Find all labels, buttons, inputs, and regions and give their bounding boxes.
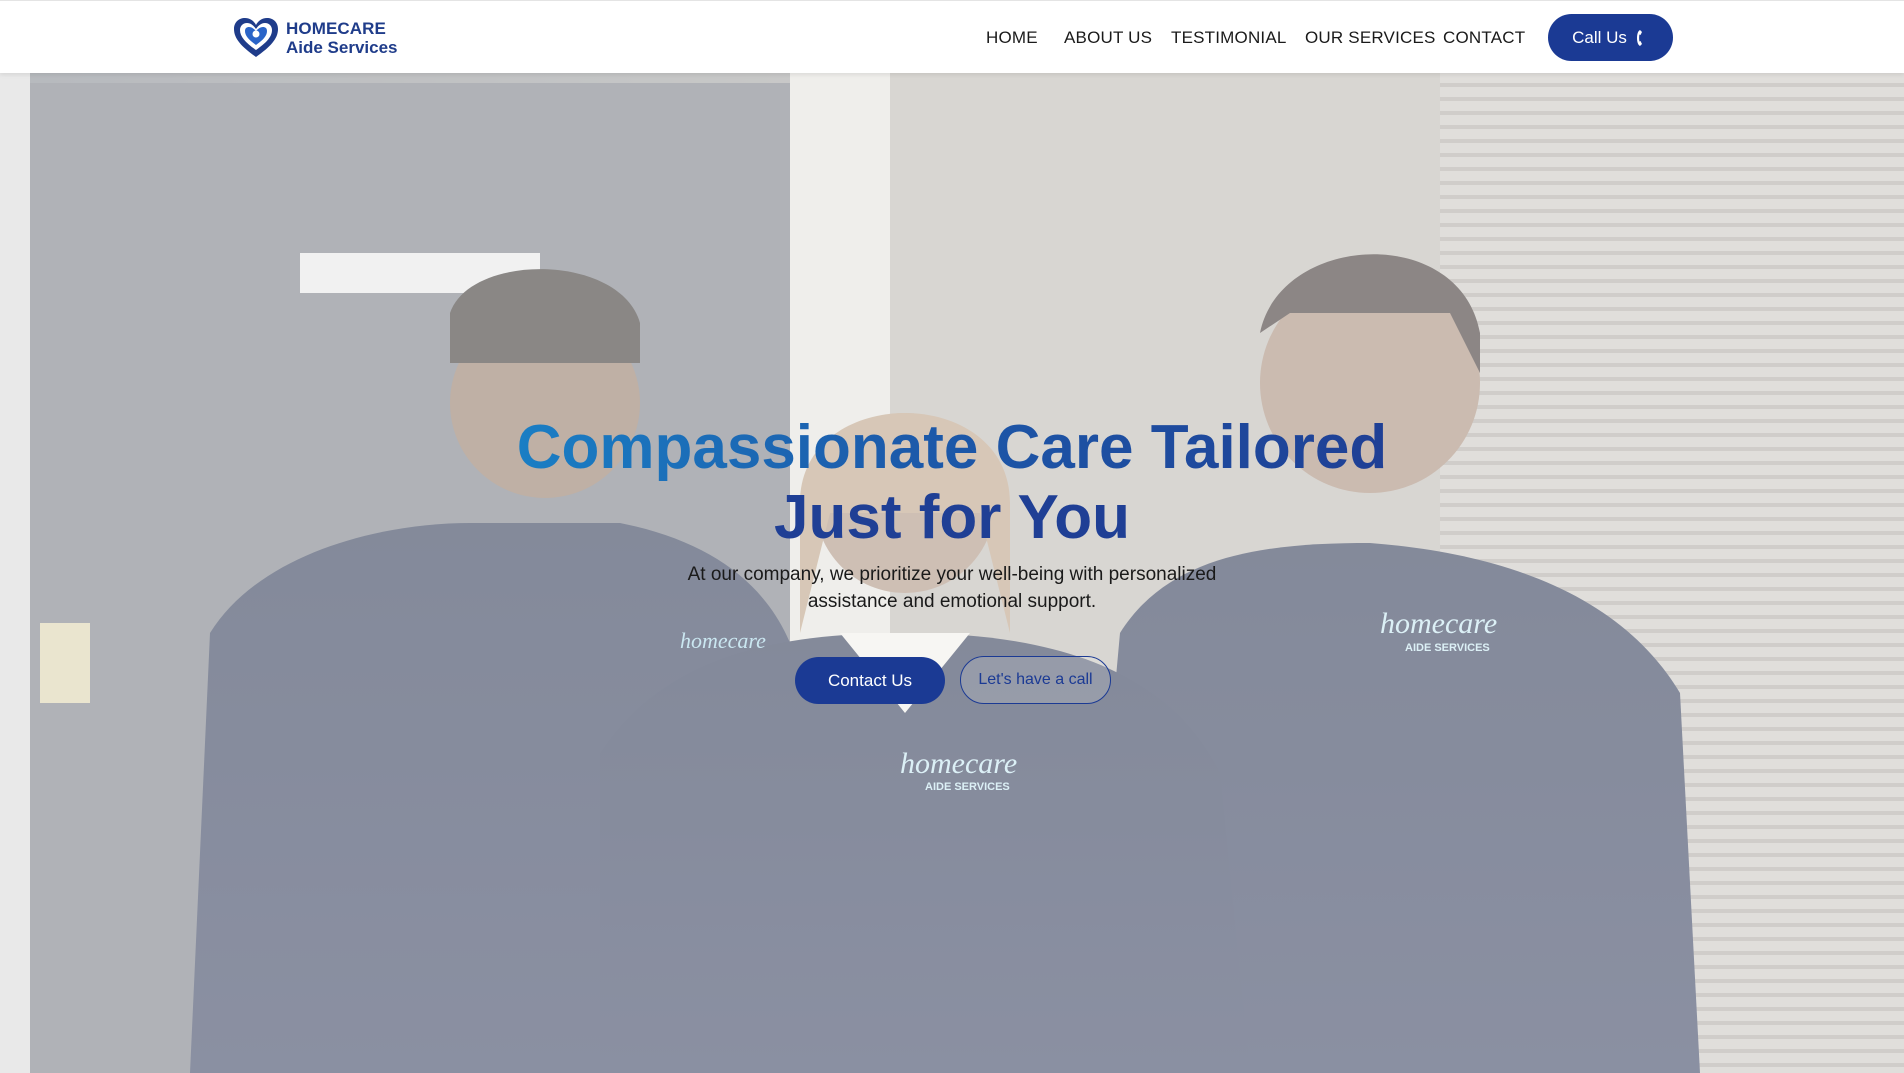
hero-subtitle: At our company, we prioritize your well-…: [652, 561, 1252, 615]
nav-our-services[interactable]: OUR SERVICES: [1305, 28, 1436, 48]
nav-about-us[interactable]: ABOUT US: [1064, 28, 1152, 48]
contact-us-button[interactable]: Contact Us: [795, 657, 945, 704]
main-nav: HOME ABOUT US TESTIMONIAL OUR SERVICES C…: [0, 1, 1904, 74]
site-header: HOMECARE Aide Services HOME ABOUT US TES…: [0, 0, 1904, 73]
hero-title-line2: Just for You: [774, 483, 1130, 552]
hero-title-line1: Compassionate Care Tailored: [516, 413, 1388, 482]
hero-title: Compassionate Care Tailored Just for You: [452, 413, 1452, 553]
call-us-label: Call Us: [1572, 27, 1627, 47]
nav-contact[interactable]: CONTACT: [1443, 28, 1525, 48]
call-us-button[interactable]: Call Us: [1548, 14, 1673, 61]
hero-subtitle-line2: assistance and emotional support.: [807, 591, 1097, 612]
hero-section: homecare homecare AIDE SERVICES homecare…: [0, 73, 1904, 1073]
phone-icon: [1636, 29, 1642, 46]
nav-testimonial[interactable]: TESTIMONIAL: [1171, 28, 1287, 48]
lets-have-a-call-button[interactable]: Let's have a call: [960, 656, 1111, 704]
nav-home[interactable]: HOME: [986, 28, 1038, 48]
hero-subtitle-line1: At our company, we prioritize your well-…: [687, 564, 1217, 585]
